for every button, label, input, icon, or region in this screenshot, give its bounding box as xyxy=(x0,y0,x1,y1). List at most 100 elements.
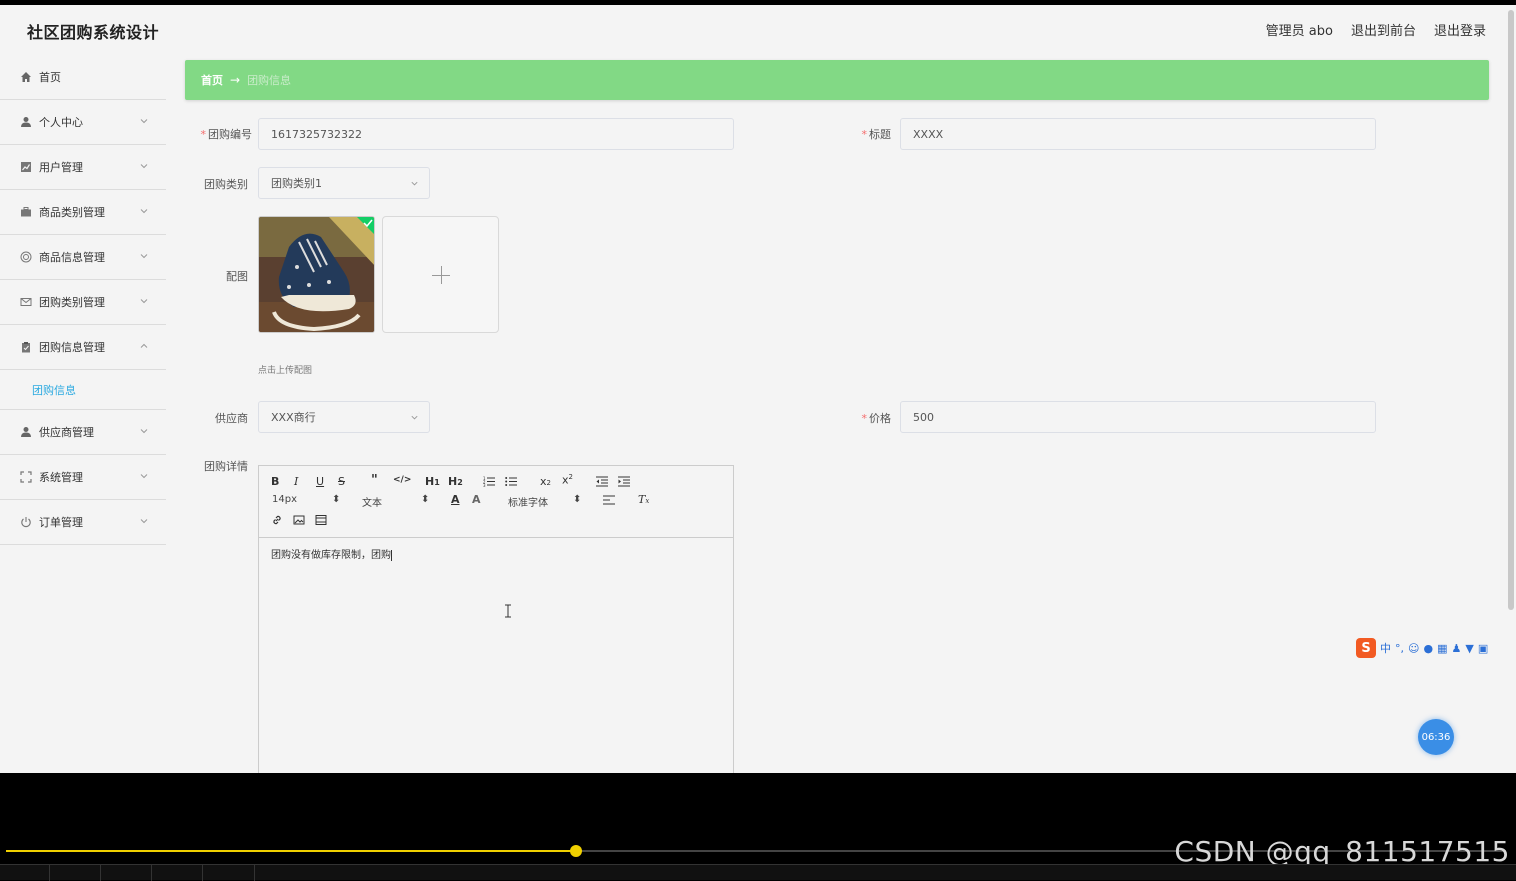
text-cursor-icon xyxy=(505,604,511,618)
rich-text-editor: B I U S " </> H1 H2 123 x2 x2 14px ⬍ 文本 … xyxy=(258,465,734,773)
groupbuy-form: * 团购编号 1617325732322 * 标题 XXXX 团购类别 团购类别1 … xyxy=(185,108,1489,773)
chevron-down-icon xyxy=(411,415,418,420)
ime-language: 中 xyxy=(1380,642,1391,655)
underline-button[interactable]: U xyxy=(316,475,324,488)
supplier-select[interactable]: XXX商行 xyxy=(258,401,430,433)
timer-badge: 06:36 xyxy=(1418,719,1454,755)
breadcrumb: 首页 → 团购信息 xyxy=(185,60,1489,100)
power-icon xyxy=(19,516,32,529)
sogou-logo-icon: S xyxy=(1356,638,1376,658)
microphone-icon: ● xyxy=(1423,641,1434,655)
blockquote-icon[interactable]: " xyxy=(371,473,378,488)
upload-image-button[interactable] xyxy=(382,216,499,333)
circle-icon xyxy=(19,251,32,264)
sneaker-photo xyxy=(259,217,374,332)
uploaded-image-thumbnail[interactable] xyxy=(258,216,375,333)
sidebar-item-label: 首页 xyxy=(39,71,61,84)
outdent-icon[interactable] xyxy=(596,476,608,487)
format-arrow-icon: ⬍ xyxy=(421,494,430,505)
ime-toolbar[interactable]: S 中 °, ☺ ● ▦ ♟ ▼ ▣ xyxy=(1356,637,1488,659)
sidebar-item-supplier[interactable]: 供应商管理 xyxy=(0,410,166,455)
emoji-icon: ☺ xyxy=(1408,641,1420,655)
heading1-button[interactable]: H1 xyxy=(425,475,440,488)
svg-text:3: 3 xyxy=(483,483,486,487)
chevron-down-icon xyxy=(140,474,148,479)
logout-link[interactable]: 退出登录 xyxy=(1434,20,1486,39)
sidebar-item-personal[interactable]: 个人中心 xyxy=(0,100,166,145)
sidebar-item-label: 商品信息管理 xyxy=(39,251,105,264)
supplier-select-value: XXX商行 xyxy=(271,411,316,424)
fullscreen-icon xyxy=(19,471,32,484)
category-select-value: 团购类别1 xyxy=(271,177,322,190)
user-icon xyxy=(19,116,32,129)
sidebar-item-system[interactable]: 系统管理 xyxy=(0,455,166,500)
bold-button[interactable]: B xyxy=(271,475,279,488)
progress-knob[interactable] xyxy=(570,845,582,857)
exit-front-link[interactable]: 退出到前台 xyxy=(1351,20,1416,39)
sidebar-item-groupbuy-info[interactable]: 团购信息管理 xyxy=(0,325,166,370)
font-size-select[interactable]: 14px xyxy=(272,494,297,505)
code-input[interactable]: 1617325732322 xyxy=(258,118,734,150)
superscript-button[interactable]: x2 xyxy=(562,473,573,487)
video-player-bar: CSDN @qq_811517515 xyxy=(0,773,1516,881)
title-input[interactable]: XXXX xyxy=(900,118,1376,150)
strike-button[interactable]: S xyxy=(338,475,345,488)
font-family-select[interactable]: 标准字体 xyxy=(508,494,548,509)
chevron-up-icon xyxy=(140,343,148,348)
control-segment[interactable] xyxy=(0,865,50,881)
italic-button[interactable]: I xyxy=(294,475,298,488)
indent-icon[interactable] xyxy=(618,476,630,487)
code-block-icon[interactable]: </> xyxy=(393,475,411,485)
supplier-label: 供应商 xyxy=(215,412,248,425)
sidebar-item-users[interactable]: 用户管理 xyxy=(0,145,166,190)
control-segment[interactable] xyxy=(50,865,101,881)
background-color-icon[interactable]: A xyxy=(472,493,481,506)
clipboard-icon xyxy=(19,341,32,354)
sidebar-subitem-groupbuy-info[interactable]: 团购信息 xyxy=(0,370,166,410)
heading2-button[interactable]: H2 xyxy=(448,475,463,488)
breadcrumb-current: 团购信息 xyxy=(247,74,292,87)
subscript-button[interactable]: x2 xyxy=(540,475,551,488)
category-label: 团购类别 xyxy=(204,178,248,191)
sidebar-item-home[interactable]: 首页 xyxy=(0,55,166,100)
keyboard-icon: ▦ xyxy=(1437,641,1448,655)
font-color-icon[interactable]: A xyxy=(451,493,460,506)
punctuation-icon: °, xyxy=(1395,641,1404,655)
control-segment[interactable] xyxy=(203,865,255,881)
admin-name[interactable]: 管理员 abo xyxy=(1266,20,1333,39)
ordered-list-icon[interactable]: 123 xyxy=(483,476,495,487)
sidebar-item-groupbuy-category[interactable]: 团购类别管理 xyxy=(0,280,166,325)
image-icon[interactable] xyxy=(293,514,305,526)
category-select[interactable]: 团购类别1 xyxy=(258,167,430,199)
sidebar-item-product-category[interactable]: 商品类别管理 xyxy=(0,190,166,235)
price-input[interactable]: 500 xyxy=(900,401,1376,433)
clear-format-icon[interactable]: Tx xyxy=(638,493,649,506)
code-label: * 团购编号 xyxy=(200,128,253,141)
format-select[interactable]: 文本 xyxy=(362,494,382,509)
page-scrollbar[interactable] xyxy=(1508,10,1514,610)
control-segment[interactable] xyxy=(101,865,152,881)
sidebar-item-label: 商品类别管理 xyxy=(39,206,105,219)
sidebar-item-orders[interactable]: 订单管理 xyxy=(0,500,166,545)
chevron-down-icon xyxy=(140,519,148,524)
chevron-down-icon xyxy=(140,429,148,434)
bullet-list-icon[interactable] xyxy=(505,476,517,487)
sidebar-item-label: 订单管理 xyxy=(39,516,83,529)
chevron-down-icon xyxy=(140,209,148,214)
sidebar: 首页 个人中心 用户管理 商品类别管理 商品信息管理 团购类别管理 团购信息管理… xyxy=(0,55,166,773)
video-icon[interactable] xyxy=(315,514,327,526)
breadcrumb-home[interactable]: 首页 xyxy=(201,72,223,88)
link-icon[interactable] xyxy=(271,514,283,526)
control-segment[interactable] xyxy=(152,865,203,881)
sidebar-item-label: 用户管理 xyxy=(39,161,83,174)
app-window: 社区团购系统设计 管理员 abo 退出到前台 退出登录 首页 个人中心 用户管理 xyxy=(0,5,1516,773)
chart-icon xyxy=(19,161,32,174)
align-icon[interactable] xyxy=(603,495,615,505)
sidebar-item-product-info[interactable]: 商品信息管理 xyxy=(0,235,166,280)
sidebar-item-label: 供应商管理 xyxy=(39,426,94,439)
mail-icon xyxy=(19,296,32,309)
title-label: * 标题 xyxy=(861,128,892,141)
editor-content[interactable]: 团购没有做库存限制，团购 xyxy=(271,546,392,561)
home-icon xyxy=(19,71,32,84)
briefcase-icon xyxy=(19,206,32,219)
